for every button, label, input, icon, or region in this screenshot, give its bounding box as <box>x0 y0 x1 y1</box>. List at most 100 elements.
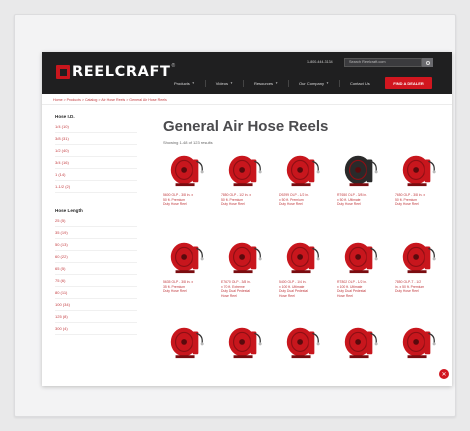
breadcrumb-divider <box>42 104 452 105</box>
hose-length-filter-option[interactable]: 25 (5) <box>55 218 137 227</box>
hose-id-filter-option[interactable]: 1-1/2 (2) <box>55 184 137 193</box>
product-name-link[interactable]: 5600 OLP - 3/8 in. x 50 ft. Premium Duty H… <box>163 193 215 207</box>
filter-sidebar: Hose I.D. 1/4 (10) 3/8 (31) 1/2 (40) 3/4 (1… <box>55 114 137 338</box>
product-image[interactable] <box>167 321 205 361</box>
chevron-down-icon: ▼ <box>275 81 279 85</box>
page-title: General Air Hose Reels <box>163 118 329 135</box>
hose-reel-icon <box>170 242 204 274</box>
logo-mark-icon <box>56 65 70 79</box>
hose-length-filter-option[interactable]: 75 (6) <box>55 278 137 287</box>
hose-reel-icon <box>344 242 378 274</box>
find-a-dealer-button[interactable]: FIND A DEALER <box>385 77 432 89</box>
filter-title-hose-id: Hose I.D. <box>55 114 75 119</box>
nav-divider <box>338 79 340 87</box>
hose-reel-icon <box>286 155 320 187</box>
product-name-line: Hose Reel <box>337 293 353 298</box>
hose-id-filter-option[interactable]: 1/2 (40) <box>55 148 137 157</box>
product-image[interactable] <box>225 321 263 361</box>
nav-videos[interactable]: Videos ▼ <box>216 81 233 86</box>
product-image[interactable] <box>283 321 321 361</box>
product-image[interactable] <box>167 149 205 189</box>
nav-contact-us[interactable]: Contact Us <box>350 81 370 86</box>
hose-reel-icon <box>402 155 436 187</box>
product-name-link[interactable]: 5635 OLP - 3/8 in. x 35 ft. Premium Duty H… <box>163 280 215 294</box>
breadcrumb[interactable]: Home > Products > Catalog > Air Hose Ree… <box>53 98 167 102</box>
product-name-line: Duty Hose Reel <box>163 202 187 207</box>
product-name-link[interactable]: RT802 OLP - 1/2 in. x 100 ft. Ultimate Dut… <box>337 280 389 298</box>
hose-length-filter-option[interactable]: 80 (11) <box>55 290 137 299</box>
filter-title-hose-length: Hose Length <box>55 208 83 213</box>
product-name-line: Duty Hose Reel <box>395 202 419 207</box>
nav-divider <box>288 79 290 87</box>
product-name-link[interactable]: D9299 OLP - 1/2 in. x 50 ft. Premium Duty … <box>279 193 331 207</box>
hose-length-filter-option[interactable]: 50 (13) <box>55 242 137 251</box>
hose-reel-icon <box>228 155 262 187</box>
product-name-link[interactable]: 5400 OLP - 1/4 in. x 100 ft. Ultimate Duty… <box>279 280 331 298</box>
hose-reel-icon <box>286 327 320 359</box>
product-image[interactable] <box>341 321 379 361</box>
product-image[interactable] <box>167 236 205 276</box>
hose-length-filter-option[interactable]: 65 (5) <box>55 266 137 275</box>
hose-length-filter-option[interactable]: 35 (19) <box>55 230 137 239</box>
hose-id-filter-option[interactable]: 3/8 (31) <box>55 136 137 145</box>
hose-reel-icon <box>286 242 320 274</box>
hose-length-filter-option[interactable]: 125 (8) <box>55 314 137 323</box>
webpage: REELCRAFT ® 1-800-444-3134 Search Reelcr… <box>42 52 452 386</box>
search-input[interactable]: Search Reelcraft.com <box>344 58 422 67</box>
product-name-link[interactable]: E7670 OLP - 3/8 in. x 70 ft. Extreme Duty … <box>221 280 273 298</box>
hose-id-filter-option[interactable]: 1/4 (10) <box>55 124 137 133</box>
nav-resources[interactable]: Resources ▼ <box>254 81 278 86</box>
chat-icon[interactable]: ✕ <box>439 369 449 379</box>
chevron-down-icon: ▼ <box>191 81 195 85</box>
nav-divider <box>242 79 244 87</box>
product-image[interactable] <box>399 236 437 276</box>
nav-divider <box>204 79 206 87</box>
product-name-link[interactable]: 7650 OLP - 3/8 in. x 50 ft. Premium Duty H… <box>395 193 447 207</box>
product-name-line: Duty Hose Reel <box>337 202 361 207</box>
product-name-line: Hose Reel <box>279 293 295 298</box>
product-image[interactable] <box>225 236 263 276</box>
product-name-link[interactable]: 7850 OLP-T - 1/2 in. x 50 ft. Premium Duty… <box>395 280 447 294</box>
product-name-line: Duty Hose Reel <box>221 202 245 207</box>
product-name-link[interactable]: 7850 OLP - 1/2 in. x 50 ft. Premium Duty H… <box>221 193 273 207</box>
hose-reel-icon <box>228 242 262 274</box>
main-nav: Products ▼ Videos ▼ Resources ▼ Our Company… <box>174 79 380 87</box>
product-image[interactable] <box>341 149 379 189</box>
hose-reel-icon <box>344 155 378 187</box>
product-name-line: Duty Hose Reel <box>163 289 187 294</box>
hose-id-filter-list: 1/4 (10) 3/8 (31) 1/2 (40) 3/4 (16) 1 (14) 1-… <box>55 124 137 193</box>
hose-id-filter-option[interactable]: 3/4 (16) <box>55 160 137 169</box>
product-name-line: Duty Hose Reel <box>395 289 419 294</box>
search-button[interactable] <box>422 58 433 67</box>
product-image[interactable] <box>225 149 263 189</box>
site-header: REELCRAFT ® 1-800-444-3134 Search Reelcr… <box>42 52 452 94</box>
product-name-line: Hose Reel <box>221 293 237 298</box>
hose-reel-icon <box>228 327 262 359</box>
hose-reel-icon <box>402 242 436 274</box>
hose-reel-icon <box>170 327 204 359</box>
search-icon <box>425 60 430 65</box>
product-image[interactable] <box>399 321 437 361</box>
reelcraft-logo[interactable]: REELCRAFT ® <box>56 63 175 81</box>
hose-reel-icon <box>344 327 378 359</box>
logo-text: REELCRAFT <box>72 64 171 80</box>
nav-our-company[interactable]: Our Company ▼ <box>299 81 329 86</box>
chevron-down-icon: ▼ <box>229 81 233 85</box>
product-image[interactable] <box>283 236 321 276</box>
product-image[interactable] <box>399 149 437 189</box>
hose-length-filter-option[interactable]: 60 (22) <box>55 254 137 263</box>
product-name-link[interactable]: RT650 OLP - 3/8 in. x 50 ft. Ultimate Duty… <box>337 193 389 207</box>
trademark-symbol: ® <box>171 63 176 69</box>
hose-id-filter-option[interactable]: 1 (14) <box>55 172 137 181</box>
results-count: Showing 1-48 of 123 results <box>163 140 213 145</box>
hose-length-filter-list: 25 (5) 35 (19) 50 (13) 60 (22) 65 (5) 75 (6) 8… <box>55 218 137 335</box>
product-image[interactable] <box>341 236 379 276</box>
product-image[interactable] <box>283 149 321 189</box>
main-content: General Air Hose Reels Showing 1-48 of 1… <box>163 118 443 145</box>
nav-products[interactable]: Products ▼ <box>174 81 195 86</box>
hose-length-filter-option[interactable]: 100 (34) <box>55 302 137 311</box>
hose-length-filter-option[interactable]: 300 (4) <box>55 326 137 335</box>
hose-reel-icon <box>402 327 436 359</box>
product-name-line: Duty Hose Reel <box>279 202 303 207</box>
phone-number[interactable]: 1-800-444-3134 <box>307 60 333 64</box>
